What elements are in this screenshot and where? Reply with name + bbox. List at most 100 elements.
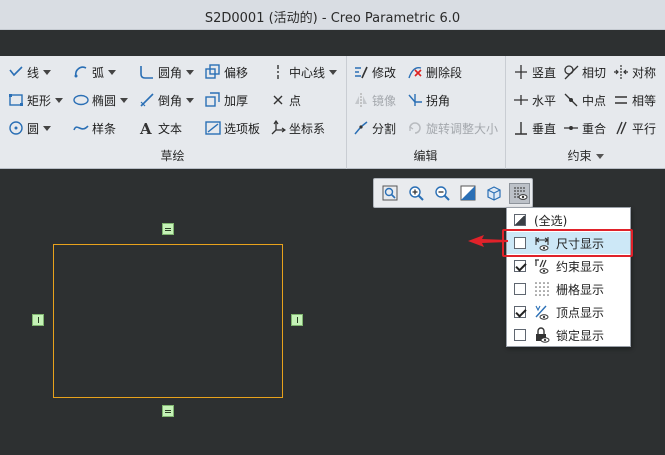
coordinate-system-icon	[270, 120, 286, 136]
vertical-constraint-glyph-left[interactable]	[32, 314, 44, 326]
corner-button[interactable]: 拐角	[407, 89, 450, 111]
arc-label: 弧	[92, 65, 105, 80]
zoom-in-button[interactable]	[405, 183, 426, 204]
midpoint-constraint-label: 中点	[582, 93, 607, 108]
spline-label: 样条	[92, 121, 117, 136]
palette-label: 选项板	[224, 121, 261, 136]
annotation-highlight-box	[502, 229, 633, 257]
menu-item-grid-display[interactable]: 栅格显示	[507, 278, 630, 300]
refit-button[interactable]	[379, 183, 400, 204]
chamfer-button[interactable]: 倒角	[139, 89, 195, 111]
corner-label: 拐角	[426, 93, 451, 108]
repaint-button[interactable]	[457, 183, 478, 204]
constraint-display-checkbox[interactable]	[514, 260, 526, 272]
sketcher-display-filter-button[interactable]	[509, 182, 530, 204]
circle-button[interactable]: 圆	[8, 117, 52, 139]
perpendicular-constraint-label: 垂直	[532, 121, 557, 136]
sketch-rectangle[interactable]	[53, 244, 283, 398]
thicken-label: 加厚	[224, 93, 249, 108]
circle-label: 圆	[27, 121, 40, 136]
menu-item-select-all[interactable]: (全选)	[507, 209, 630, 231]
rotate-resize-label: 旋转调整大小	[426, 121, 499, 136]
repaint-icon	[460, 185, 475, 201]
svg-text:A: A	[139, 120, 152, 136]
horizontal-constraint-glyph-top[interactable]	[162, 223, 174, 235]
spline-button[interactable]: 样条	[73, 117, 116, 139]
text-button[interactable]: A 文本	[139, 117, 182, 139]
vertex-display-label: 顶点显示	[556, 305, 605, 320]
modify-button[interactable]: 修改	[353, 61, 396, 83]
chamfer-label: 倒角	[158, 93, 183, 108]
select-all-checkbox[interactable]	[514, 214, 526, 226]
palette-button[interactable]: 选项板	[205, 117, 260, 139]
centerline-icon	[270, 64, 286, 80]
menu-item-constraint-display[interactable]: 约束显示	[507, 255, 630, 277]
rotate-resize-button[interactable]: 旋转调整大小	[407, 117, 498, 139]
coordinate-system-button[interactable]: 坐标系	[270, 117, 325, 139]
mirror-icon	[353, 92, 369, 108]
fillet-label: 圆角	[158, 65, 183, 80]
point-icon	[270, 92, 286, 108]
offset-button[interactable]: 偏移	[205, 61, 248, 83]
perpendicular-constraint-button[interactable]: 垂直	[513, 117, 556, 139]
symmetric-constraint-button[interactable]: 对称	[613, 61, 656, 83]
menu-item-lock-display[interactable]: 锁定显示	[507, 324, 630, 346]
divide-button[interactable]: 分割	[353, 117, 396, 139]
edit-group: 修改 删除段 镜像 拐角 分割 旋转调整大小 编辑	[346, 56, 504, 169]
rotate-resize-icon	[407, 120, 423, 136]
constraint-group-label[interactable]: 约束	[506, 147, 665, 164]
grid-display-checkbox[interactable]	[514, 283, 526, 295]
centerline-button[interactable]: 中心线	[270, 61, 338, 83]
horizontal-constraint-label: 水平	[532, 93, 557, 108]
coincident-constraint-icon	[563, 120, 579, 136]
constraint-display-icon	[534, 258, 550, 274]
vertical-constraint-glyph-right[interactable]	[291, 314, 303, 326]
ellipse-button[interactable]: 椭圆	[73, 89, 129, 111]
delete-segment-button[interactable]: 删除段	[407, 61, 462, 83]
zoom-out-button[interactable]	[431, 183, 452, 204]
zoom-in-icon	[408, 186, 424, 201]
mirror-label: 镜像	[372, 93, 397, 108]
palette-icon	[205, 120, 221, 136]
arc-button[interactable]: 弧	[73, 61, 117, 83]
modify-icon	[353, 64, 369, 80]
text-icon: A	[139, 120, 155, 136]
horizontal-constraint-button[interactable]: 水平	[513, 89, 556, 111]
constraint-group: 竖直 相切 对称 水平 中点 相等 垂直 重合 平行 约束	[505, 56, 665, 169]
view-orientation-button[interactable]	[483, 183, 504, 204]
mirror-button[interactable]: 镜像	[353, 89, 396, 111]
lock-display-label: 锁定显示	[556, 328, 605, 343]
parallel-constraint-button[interactable]: 平行	[613, 117, 656, 139]
lock-display-checkbox[interactable]	[514, 329, 526, 341]
display-filter-menu: (全选) 尺寸显示 约束显示 栅格显示 顶点显示 锁定显示	[506, 207, 631, 347]
ribbon: 线 矩形 圆 弧 椭圆 样条 圆角 倒角 A 文本 偏移 加厚 选项板 中心线 …	[0, 56, 665, 169]
point-button[interactable]: 点	[270, 89, 301, 111]
tangent-constraint-button[interactable]: 相切	[563, 61, 606, 83]
vertex-display-checkbox[interactable]	[514, 306, 526, 318]
midpoint-constraint-button[interactable]: 中点	[563, 89, 606, 111]
chamfer-icon	[139, 92, 155, 108]
title-bar: S2D0001 (活动的) - Creo Parametric 6.0	[0, 0, 665, 30]
vertical-constraint-button[interactable]: 竖直	[513, 61, 556, 83]
sketch-group-label: 草绘	[160, 149, 185, 163]
corner-icon	[407, 92, 423, 108]
divide-label: 分割	[372, 121, 397, 136]
coincident-constraint-button[interactable]: 重合	[563, 117, 606, 139]
point-label: 点	[289, 93, 302, 108]
window-title: S2D0001 (活动的) - Creo Parametric 6.0	[204, 11, 461, 26]
line-button[interactable]: 线	[8, 61, 52, 83]
arc-icon	[73, 64, 89, 80]
rectangle-button[interactable]: 矩形	[8, 89, 64, 111]
horizontal-constraint-icon	[513, 92, 529, 108]
line-icon	[8, 64, 24, 80]
horizontal-constraint-glyph-bottom[interactable]	[162, 405, 174, 417]
parallel-constraint-icon	[613, 120, 629, 136]
fillet-button[interactable]: 圆角	[139, 61, 195, 83]
thicken-button[interactable]: 加厚	[205, 89, 248, 111]
equal-constraint-button[interactable]: 相等	[613, 89, 656, 111]
offset-icon	[205, 64, 221, 80]
menu-item-vertex-display[interactable]: 顶点显示	[507, 301, 630, 323]
symmetric-constraint-icon	[613, 64, 629, 80]
thicken-icon	[205, 92, 221, 108]
text-label: 文本	[158, 121, 183, 136]
